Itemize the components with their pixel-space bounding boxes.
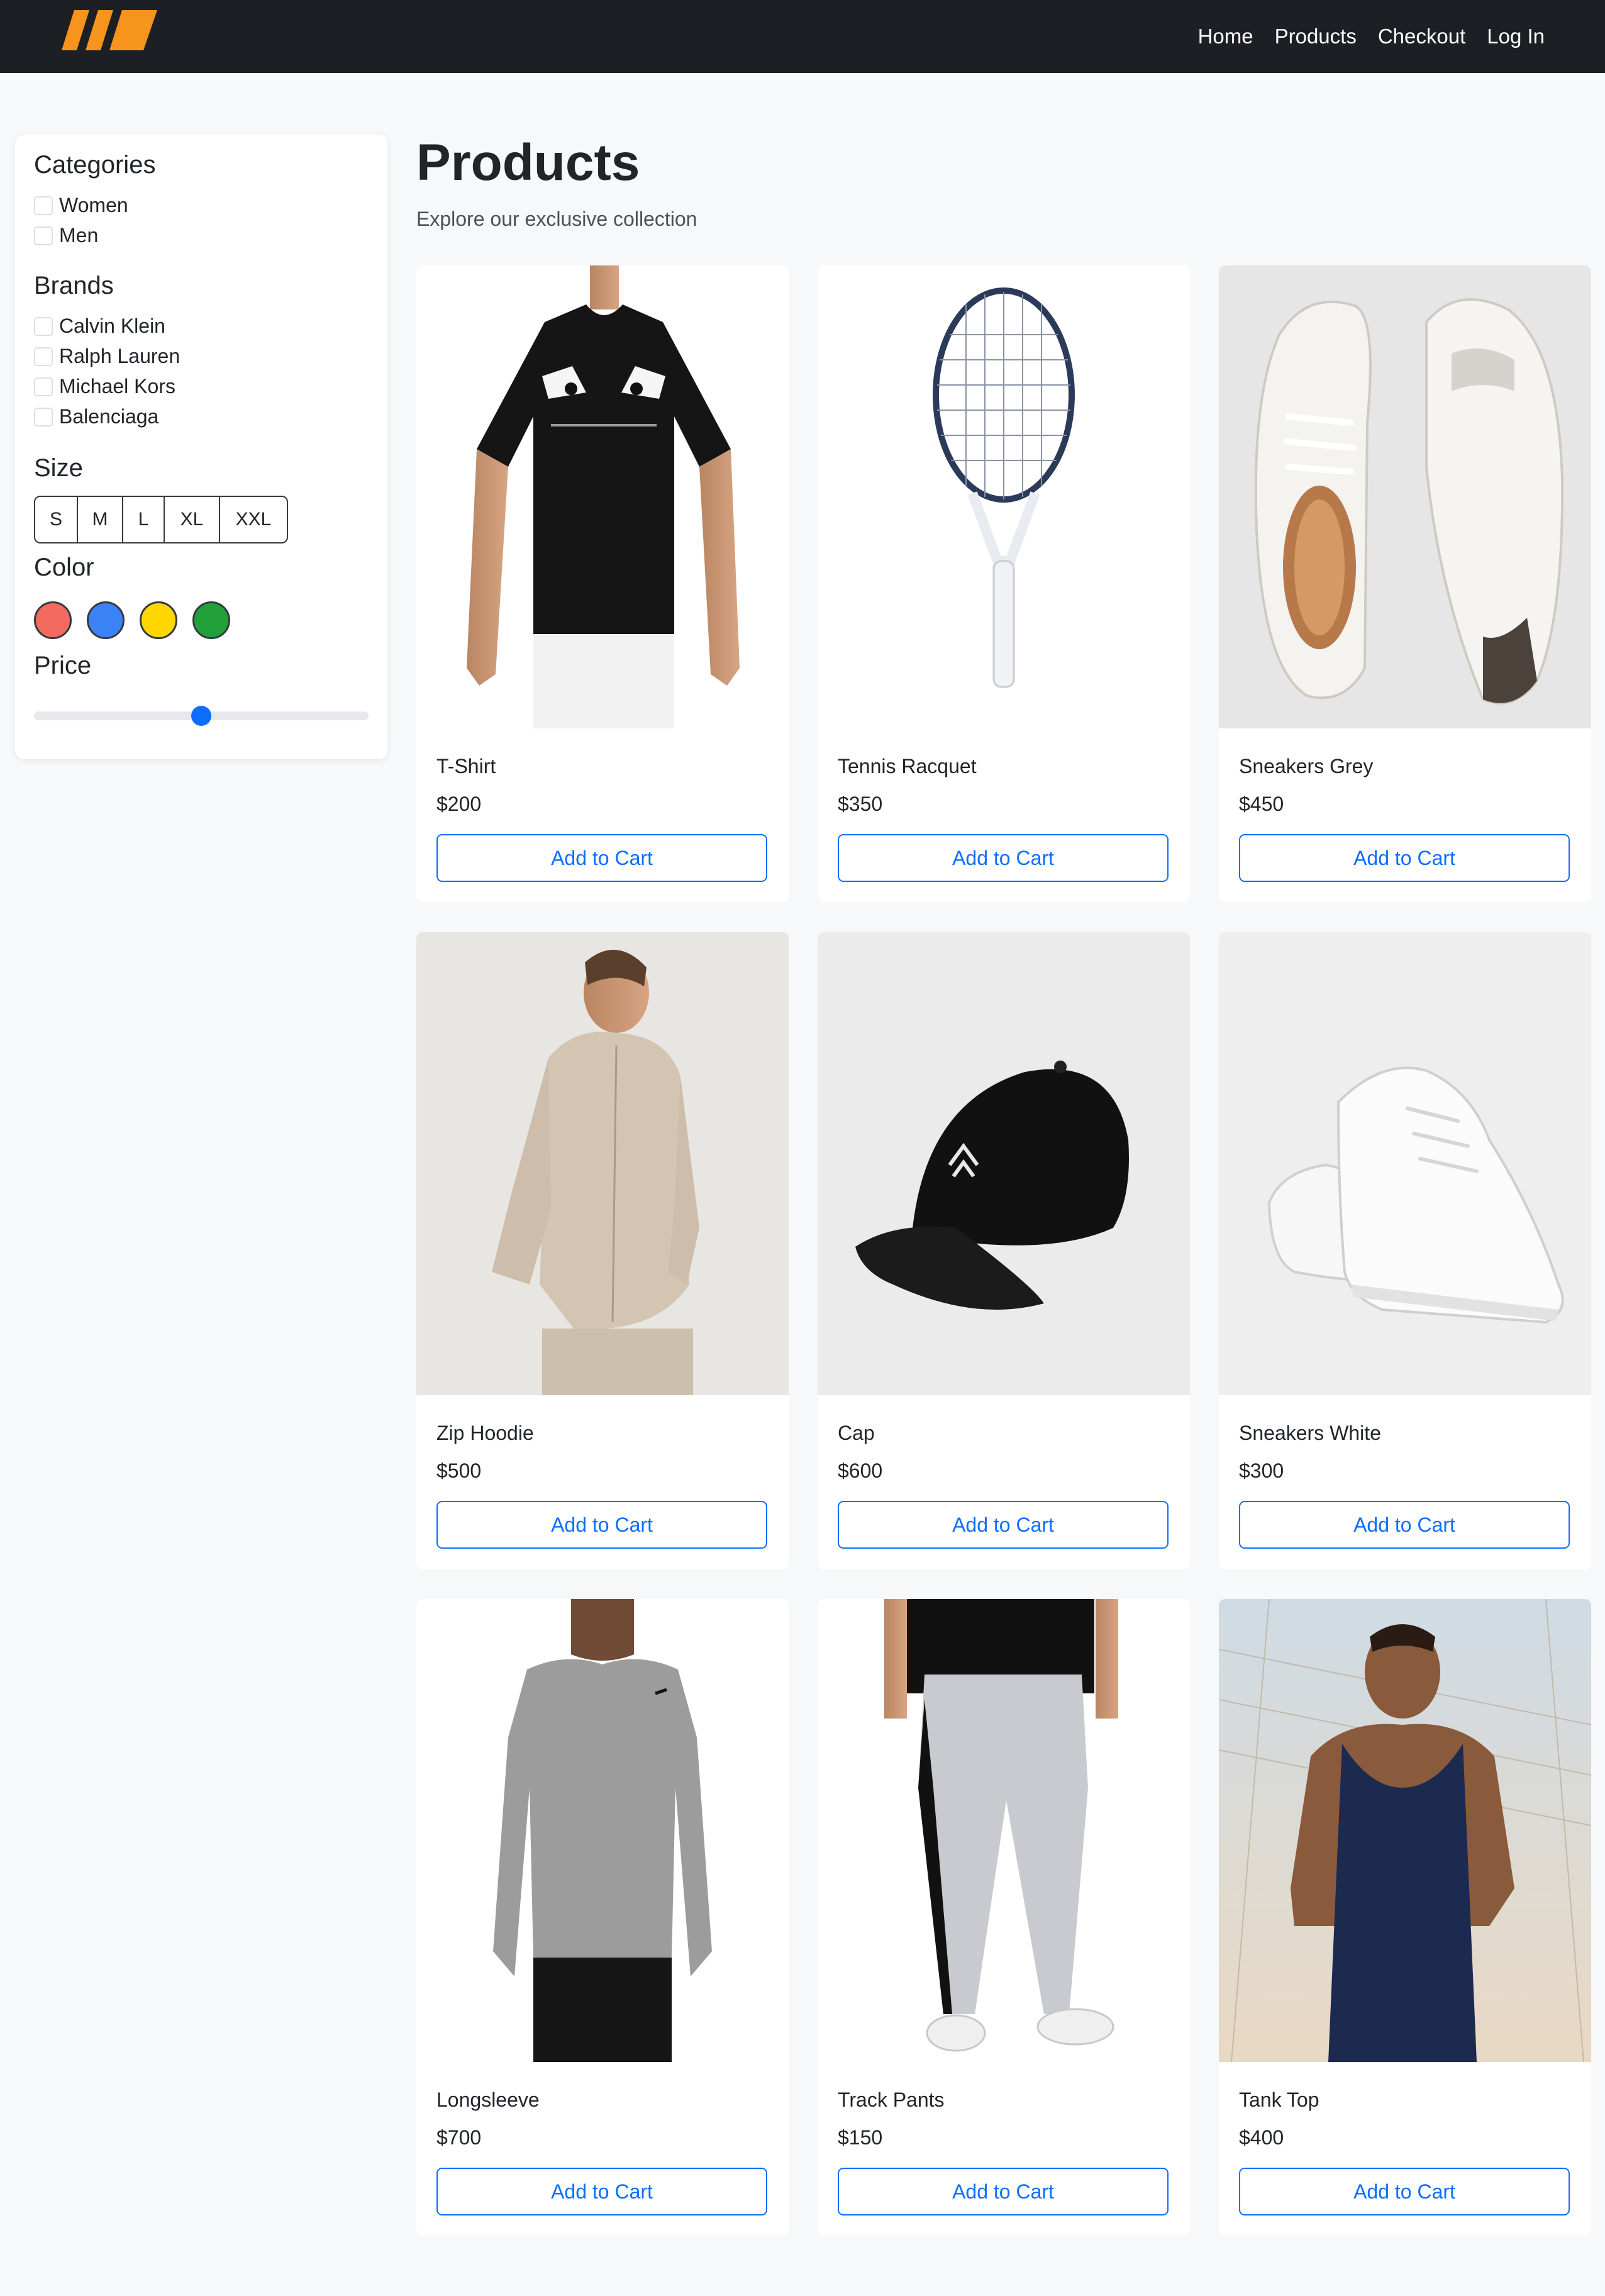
size-option-l[interactable]: L [122, 497, 164, 542]
brand-stripes-icon [62, 10, 157, 50]
add-to-cart-button[interactable]: Add to Cart [1239, 1501, 1570, 1549]
product-name: Cap [838, 1422, 875, 1444]
tennis-racquet-photo[interactable] [818, 265, 1190, 728]
page-title: Products [416, 134, 640, 191]
add-to-cart-button[interactable]: Add to Cart [436, 2168, 767, 2215]
brands-heading: Brands [34, 272, 114, 299]
color-swatch-yellow[interactable] [140, 601, 177, 639]
nav-link-home[interactable]: Home [1198, 25, 1253, 48]
add-to-cart-button[interactable]: Add to Cart [838, 1501, 1169, 1549]
product-name: Sneakers White [1239, 1422, 1381, 1444]
nav-link-login[interactable]: Log In [1487, 25, 1545, 48]
product-name: Tennis Racquet [838, 755, 977, 777]
filter-brand-calvin-klein[interactable]: Calvin Klein [34, 315, 165, 338]
top-navbar: Home Products Checkout Log In [0, 0, 1605, 73]
checkbox-label: Balenciaga [59, 405, 159, 428]
product-card: Tank Top $400 Add to Cart [1219, 1599, 1591, 2236]
add-to-cart-button[interactable]: Add to Cart [838, 834, 1169, 882]
color-heading: Color [34, 554, 94, 581]
add-to-cart-button[interactable]: Add to Cart [1239, 2168, 1570, 2215]
product-price: $200 [436, 793, 482, 815]
checkbox[interactable] [34, 196, 53, 215]
filter-category-women[interactable]: Women [34, 194, 128, 217]
size-heading: Size [34, 454, 83, 482]
checkbox[interactable] [34, 316, 53, 336]
product-card: Longsleeve $700 Add to Cart [416, 1599, 789, 2236]
product-name: T-Shirt [436, 755, 496, 777]
price-range-slider[interactable] [34, 706, 369, 726]
size-option-xl[interactable]: XL [164, 497, 219, 542]
filter-brand-ralph-lauren[interactable]: Ralph Lauren [34, 345, 180, 368]
add-to-cart-button[interactable]: Add to Cart [436, 834, 767, 882]
checkbox[interactable] [34, 347, 53, 366]
product-price: $500 [436, 1459, 482, 1482]
tshirt-photo[interactable] [416, 265, 789, 728]
price-slider-thumb[interactable] [191, 706, 211, 726]
filter-brand-michael-kors[interactable]: Michael Kors [34, 375, 175, 398]
nav-link-checkout[interactable]: Checkout [1378, 25, 1465, 48]
product-price: $300 [1239, 1459, 1284, 1482]
add-to-cart-button[interactable]: Add to Cart [436, 1501, 767, 1549]
checkbox-label: Ralph Lauren [59, 345, 180, 367]
filter-brand-balenciaga[interactable]: Balenciaga [34, 405, 158, 428]
sneakers-grey-photo[interactable] [1219, 265, 1591, 728]
size-option-m[interactable]: M [77, 497, 122, 542]
product-card: Sneakers Grey $450 Add to Cart [1219, 265, 1591, 902]
color-swatch-blue[interactable] [87, 601, 125, 639]
product-name: Sneakers Grey [1239, 755, 1374, 777]
product-card: Sneakers White $300 Add to Cart [1219, 932, 1591, 1569]
longsleeve-photo[interactable] [416, 1599, 789, 2062]
product-price: $400 [1239, 2126, 1284, 2149]
checkbox[interactable] [34, 226, 53, 245]
nav-links: Home Products Checkout Log In [1198, 0, 1545, 73]
product-name: Tank Top [1239, 2088, 1319, 2111]
tank-top-photo[interactable] [1219, 1599, 1591, 2063]
add-to-cart-button[interactable]: Add to Cart [838, 2168, 1169, 2215]
track-pants-photo[interactable] [818, 1599, 1190, 2062]
product-price: $450 [1239, 793, 1284, 815]
color-swatch-red[interactable] [34, 601, 72, 639]
product-price: $700 [436, 2126, 482, 2149]
categories-heading: Categories [34, 151, 156, 179]
product-card: Cap $600 Add to Cart [818, 932, 1190, 1569]
checkbox-label: Calvin Klein [59, 315, 165, 337]
filter-category-men[interactable]: Men [34, 224, 98, 247]
sneakers-white-photo[interactable] [1219, 932, 1591, 1395]
filter-sidebar: Categories Women Men Brands Calvin Klein… [15, 135, 387, 759]
product-name: Zip Hoodie [436, 1422, 534, 1444]
product-card: Zip Hoodie $500 Add to Cart [416, 932, 789, 1569]
product-card: T-Shirt $200 Add to Cart [416, 265, 789, 902]
brand-logo[interactable] [60, 9, 158, 52]
product-price: $350 [838, 793, 883, 815]
zip-hoodie-photo[interactable] [416, 932, 789, 1395]
size-option-s[interactable]: S [35, 497, 77, 542]
product-card: Tennis Racquet $350 Add to Cart [818, 265, 1190, 902]
checkbox-label: Michael Kors [59, 375, 175, 398]
product-name: Longsleeve [436, 2088, 540, 2111]
checkbox[interactable] [34, 377, 53, 396]
price-heading: Price [34, 652, 92, 679]
product-card: Track Pants $150 Add to Cart [818, 1599, 1190, 2236]
product-price: $600 [838, 1459, 883, 1482]
add-to-cart-button[interactable]: Add to Cart [1239, 834, 1570, 882]
size-option-xxl[interactable]: XXL [219, 497, 287, 542]
product-name: Track Pants [838, 2088, 945, 2111]
color-swatch-green[interactable] [192, 601, 230, 639]
checkbox[interactable] [34, 407, 53, 426]
nav-link-products[interactable]: Products [1275, 25, 1357, 48]
product-price: $150 [838, 2126, 883, 2149]
size-selector: S M L XL XXL [34, 496, 288, 543]
page-subtitle: Explore our exclusive collection [416, 208, 697, 230]
checkbox-label: Women [59, 194, 128, 216]
checkbox-label: Men [59, 224, 99, 247]
cap-photo[interactable] [818, 932, 1190, 1395]
